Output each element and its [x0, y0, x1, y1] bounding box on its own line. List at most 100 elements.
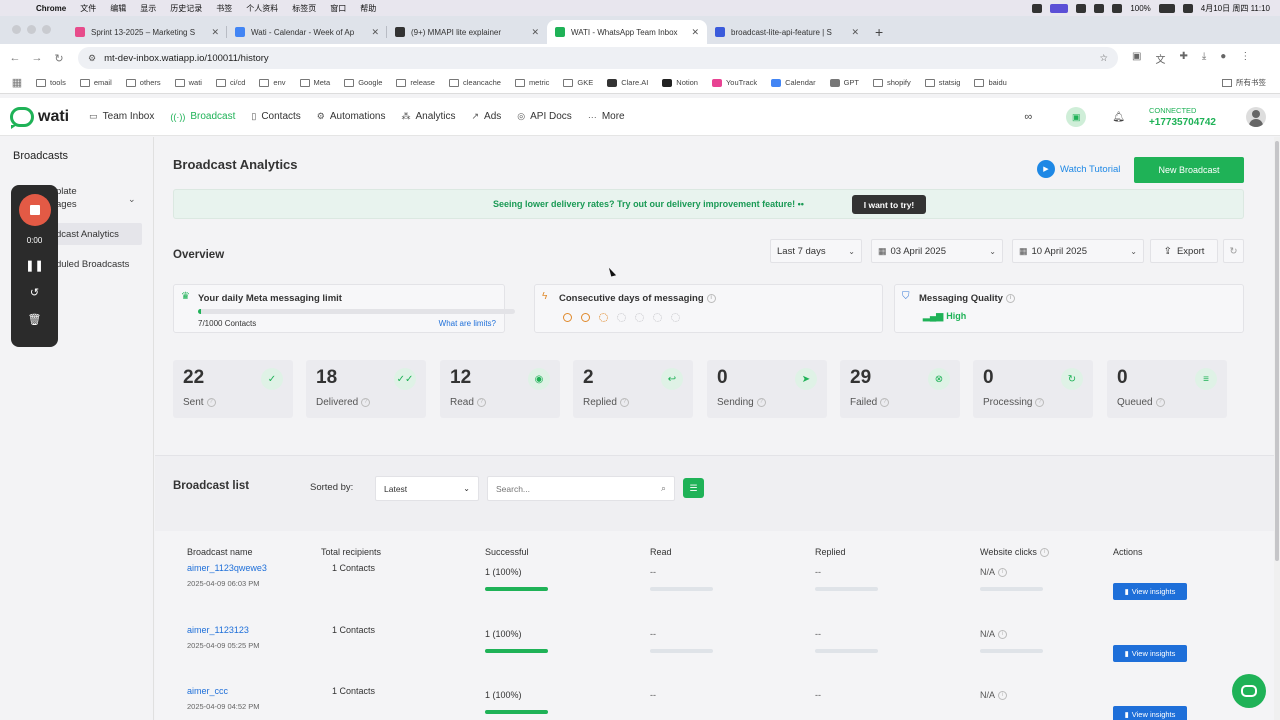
bookmark-folder[interactable]: others	[125, 78, 161, 87]
screen-record-icon[interactable]	[1050, 3, 1069, 13]
download-icon[interactable]: ⤓	[1202, 51, 1206, 66]
info-icon[interactable]: i	[998, 630, 1008, 640]
close-tab-icon[interactable]: ✕	[691, 27, 699, 38]
info-icon[interactable]: i	[998, 691, 1008, 701]
info-icon[interactable]: ?	[1155, 397, 1165, 407]
info-icon[interactable]: i	[706, 293, 716, 303]
bookmark-folder[interactable]: env	[259, 78, 286, 87]
nav-contacts[interactable]: ▯ Contacts	[251, 111, 300, 122]
wifi-icon[interactable]	[1112, 3, 1123, 13]
close-window-icon[interactable]	[12, 25, 21, 34]
what-are-limits-link[interactable]: What are limits?	[439, 319, 496, 328]
status-app-icon[interactable]	[1032, 3, 1043, 13]
close-tab-icon[interactable]: ✕	[851, 27, 859, 38]
info-icon[interactable]: i	[998, 568, 1008, 578]
nav-analytics[interactable]: ⁂ Analytics	[401, 111, 455, 122]
minimize-window-icon[interactable]	[27, 25, 36, 34]
menu-window[interactable]: 窗口	[330, 3, 346, 14]
back-icon[interactable]: ←	[4, 52, 26, 64]
close-tab-icon[interactable]: ✕	[531, 27, 539, 38]
nav-broadcast[interactable]: ((·)) Broadcast	[170, 111, 235, 122]
sidebar-item-scheduled-broadcasts[interactable]: duled Broadcasts	[56, 259, 129, 270]
puzzle-icon[interactable]: ✚	[1179, 51, 1187, 66]
bookmark-folder[interactable]: tools	[36, 78, 66, 87]
wechat-icon[interactable]	[1076, 3, 1087, 13]
bookmark-folder[interactable]: shopify	[872, 78, 911, 87]
range-dropdown[interactable]: Last 7 days ⌄	[770, 239, 862, 263]
url-field[interactable]: ⚙ mt-dev-inbox.watiapp.io/100011/history…	[78, 47, 1118, 69]
info-icon[interactable]: ?	[1035, 397, 1045, 407]
new-tab-icon[interactable]: +	[867, 24, 891, 40]
control-center-icon[interactable]	[1182, 3, 1193, 13]
search-input[interactable]	[496, 483, 646, 494]
restart-icon[interactable]: ↺	[30, 286, 39, 299]
apps-icon[interactable]: ▦	[10, 76, 24, 89]
bell-icon[interactable]: 🔔︎	[1112, 112, 1125, 123]
bookmark-folder[interactable]: metric	[514, 78, 549, 87]
stop-record-button[interactable]	[18, 194, 51, 226]
trash-icon[interactable]: 🗑︎	[28, 313, 42, 326]
bookmark-folder[interactable]: statsig	[924, 78, 960, 87]
sidebar-item-templates[interactable]: plate ages	[56, 186, 77, 210]
menu-history[interactable]: 历史记录	[170, 3, 202, 14]
meta-icon[interactable]: ∞	[1024, 111, 1032, 123]
menu-help[interactable]: 帮助	[360, 3, 376, 14]
all-bookmarks[interactable]: 所有书签	[1222, 77, 1266, 88]
bookmark-folder[interactable]: wati	[174, 78, 202, 87]
nav-more[interactable]: ··· More	[588, 111, 625, 122]
bookmark-folder[interactable]: cleancache	[448, 78, 501, 87]
wallet-icon[interactable]: ▣	[1066, 107, 1087, 127]
menu-app-name[interactable]: Chrome	[36, 4, 66, 13]
new-broadcast-button[interactable]: New Broadcast	[1134, 157, 1244, 183]
filter-button[interactable]: ☰	[683, 478, 704, 498]
translate-icon[interactable]: 文	[1155, 51, 1165, 66]
view-insights-button[interactable]: ▮ View insights	[1113, 706, 1187, 720]
info-icon[interactable]: ?	[880, 397, 890, 407]
menu-bookmarks[interactable]: 书签	[216, 3, 232, 14]
nav-ads[interactable]: ↗ Ads	[471, 111, 501, 122]
info-icon[interactable]: ?	[476, 397, 486, 407]
menu-file[interactable]: 文件	[80, 3, 96, 14]
site-info-icon[interactable]: ⚙	[88, 53, 96, 64]
extension-icon[interactable]: ▣	[1132, 51, 1141, 66]
bookmark-folder[interactable]: baidu	[974, 78, 1007, 87]
info-icon[interactable]: ?	[206, 397, 216, 407]
watch-tutorial-link[interactable]: ▶ Watch Tutorial	[1037, 160, 1120, 178]
clock[interactable]: 4月10日 周四 11:10	[1201, 3, 1270, 14]
nav-automations[interactable]: ⚙ Automations	[317, 111, 386, 122]
close-tab-icon[interactable]: ✕	[371, 27, 379, 38]
chat-support-button[interactable]	[1232, 674, 1266, 708]
bookmark-link[interactable]: Notion	[662, 78, 698, 87]
forward-icon[interactable]: →	[26, 52, 48, 64]
pause-icon[interactable]: ❚❚	[25, 259, 43, 272]
sidebar-item-broadcast-analytics[interactable]: dcast Analytics	[56, 229, 119, 240]
search-icon[interactable]: ⌕	[661, 483, 666, 494]
page-scrollbar[interactable]	[1274, 137, 1280, 720]
info-icon[interactable]: ?	[361, 397, 371, 407]
close-tab-icon[interactable]: ✕	[211, 27, 219, 38]
info-icon[interactable]: ?	[756, 397, 766, 407]
browser-tab[interactable]: Sprint 13-2025 – Marketing S ✕	[67, 20, 227, 44]
browser-tab[interactable]: (9+) MMAPI lite explainer ✕	[387, 20, 547, 44]
bookmark-folder[interactable]: release	[396, 78, 435, 87]
nav-team-inbox[interactable]: ▭ Team Inbox	[89, 111, 154, 122]
bookmark-link[interactable]: Calendar	[771, 78, 816, 87]
browser-tab[interactable]: Wati - Calendar - Week of Ap ✕	[227, 20, 387, 44]
menu-profile[interactable]: 个人资料	[246, 3, 278, 14]
view-insights-button[interactable]: ▮ View insights	[1113, 583, 1187, 600]
refresh-button[interactable]: ↻	[1223, 239, 1244, 263]
bookmark-link[interactable]: YouTrack	[711, 78, 757, 87]
bookmark-link[interactable]: Clare.AI	[607, 78, 648, 87]
bookmark-folder[interactable]: Meta	[299, 78, 330, 87]
broadcast-name-link[interactable]: aimer_1123123	[187, 625, 249, 635]
wati-logo[interactable]: wati	[10, 106, 69, 129]
sort-dropdown[interactable]: Latest ⌄	[375, 476, 479, 501]
broadcast-name-link[interactable]: aimer_ccc	[187, 686, 228, 696]
avatar[interactable]	[1246, 107, 1266, 127]
play-icon[interactable]	[1094, 3, 1105, 13]
date-to-picker[interactable]: ▦ 10 April 2025 ⌄	[1012, 239, 1144, 263]
maximize-window-icon[interactable]	[42, 25, 51, 34]
bookmark-folder[interactable]: Google	[344, 78, 382, 87]
battery-icon[interactable]	[1158, 3, 1175, 13]
bookmark-folder[interactable]: ci/cd	[215, 78, 245, 87]
